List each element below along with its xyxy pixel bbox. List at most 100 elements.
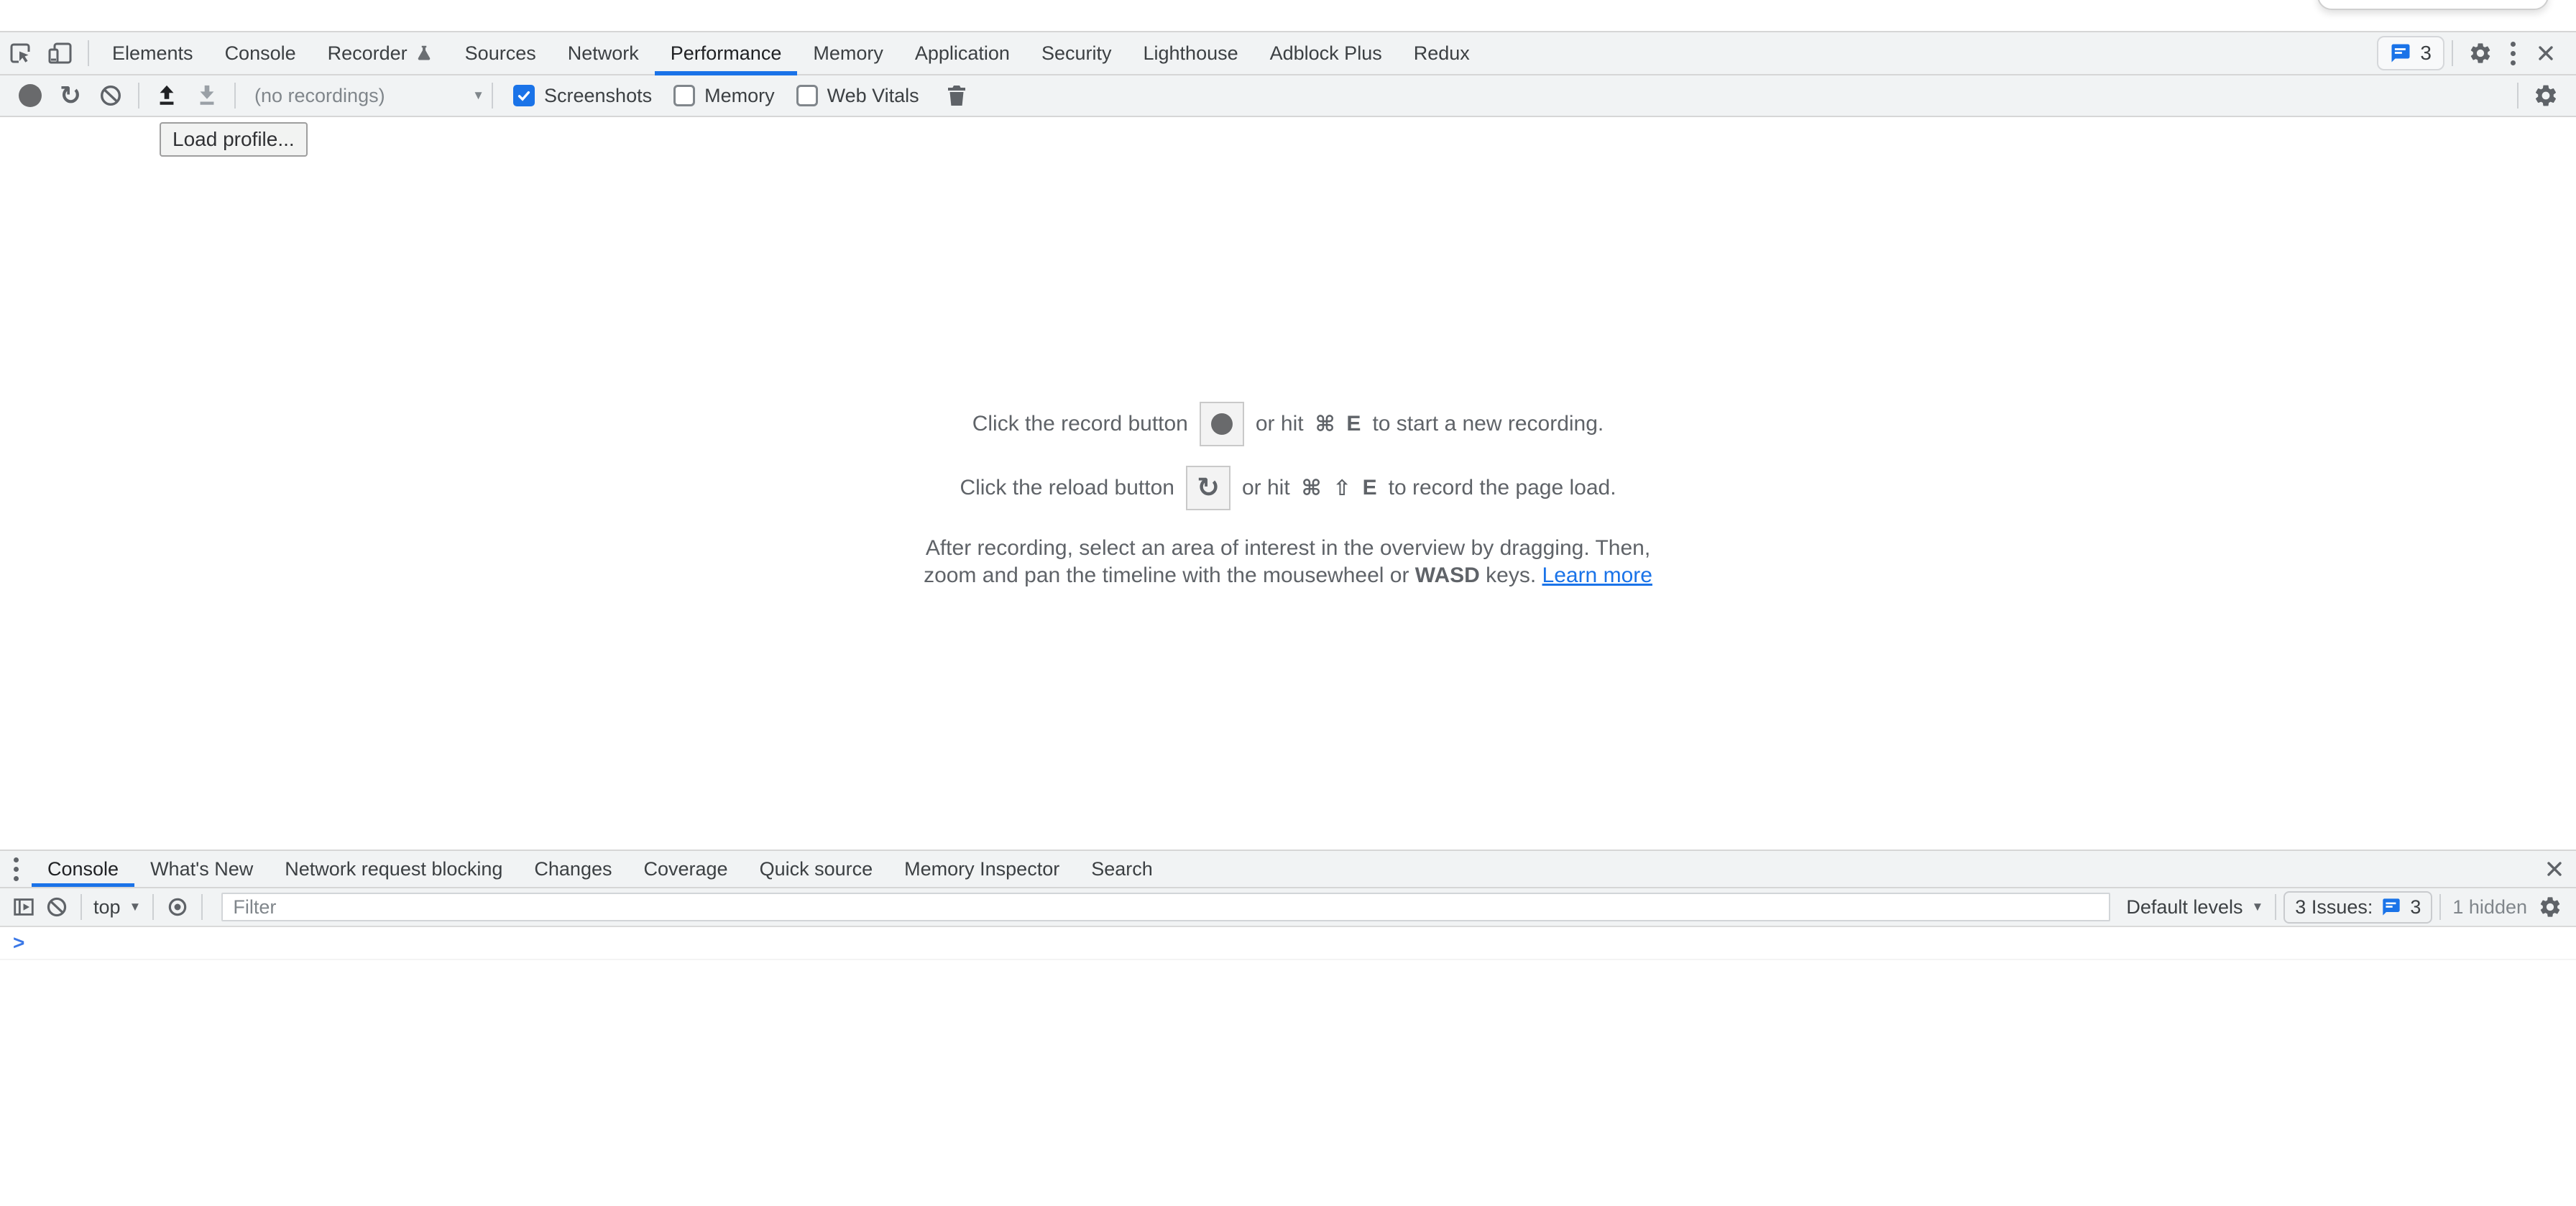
save-profile-button[interactable]: [187, 83, 227, 108]
tab-memory[interactable]: Memory: [797, 32, 899, 74]
learn-more-link[interactable]: Learn more: [1542, 563, 1652, 587]
divider: [88, 40, 89, 66]
reload-and-record-button[interactable]: ↻: [50, 83, 91, 109]
close-devtools-button[interactable]: [2526, 42, 2566, 64]
tab-label: Console: [225, 42, 296, 65]
tab-network[interactable]: Network: [552, 32, 655, 74]
log-levels-select[interactable]: Default levels ▼: [2126, 896, 2263, 919]
tab-label: Performance: [671, 42, 782, 65]
hint-text: Click the reload button: [960, 476, 1174, 500]
checkbox-label: Memory: [704, 85, 775, 107]
performance-toolbar: ↻ (no recordings) ▼: [0, 75, 2576, 117]
chevron-down-icon: ▼: [472, 88, 484, 103]
drawer-tab-label: Network request blocking: [285, 858, 502, 880]
hint-text: or hit: [1242, 476, 1290, 500]
tab-security[interactable]: Security: [1026, 32, 1128, 74]
gear-icon: [2533, 83, 2559, 109]
console-prompt-row[interactable]: >: [0, 927, 2576, 960]
performance-panel-content: Load profile... Click the record button …: [0, 117, 2576, 850]
screenshots-checkbox[interactable]: Screenshots: [513, 85, 652, 107]
hidden-messages-label: 1 hidden: [2452, 896, 2527, 919]
console-filter-input[interactable]: [221, 893, 2110, 921]
trash-icon: [945, 83, 968, 108]
console-messages-area[interactable]: >: [0, 927, 2576, 1206]
tab-performance[interactable]: Performance: [655, 32, 798, 74]
inspect-element-button[interactable]: [0, 32, 40, 74]
live-expression-button[interactable]: [161, 896, 194, 919]
tab-label: Security: [1041, 42, 1112, 65]
drawer-tab-memory-inspector[interactable]: Memory Inspector: [888, 851, 1075, 887]
tab-application[interactable]: Application: [899, 32, 1026, 74]
download-icon: [195, 83, 219, 108]
issues-count: 3: [2420, 42, 2432, 65]
device-toolbar-button[interactable]: [40, 32, 80, 74]
load-profile-button[interactable]: [147, 83, 187, 108]
browser-popup-fragment: [2317, 0, 2549, 10]
drawer: Console What's New Network request block…: [0, 850, 2576, 1206]
drawer-tab-label: Search: [1091, 858, 1153, 880]
close-icon: [2544, 858, 2565, 880]
drawer-tab-whats-new[interactable]: What's New: [134, 851, 269, 887]
e-key: E: [1346, 412, 1361, 436]
recordings-select[interactable]: (no recordings) ▼: [254, 85, 484, 107]
record-button[interactable]: [10, 84, 50, 107]
tab-label: Memory: [813, 42, 883, 65]
console-settings-button[interactable]: [2531, 895, 2569, 919]
drawer-tab-search[interactable]: Search: [1075, 851, 1169, 887]
hint-text: to start a new recording.: [1372, 412, 1604, 436]
tab-elements[interactable]: Elements: [96, 32, 209, 74]
console-sidebar-button[interactable]: [7, 895, 40, 919]
issues-bubble-icon: [2390, 42, 2411, 64]
tab-console[interactable]: Console: [209, 32, 312, 74]
web-vitals-checkbox[interactable]: Web Vitals: [796, 85, 919, 107]
hint-line-2: zoom and pan the timeline with the mouse…: [924, 562, 1652, 589]
tab-sources[interactable]: Sources: [449, 32, 552, 74]
tab-lighthouse[interactable]: Lighthouse: [1128, 32, 1254, 74]
memory-checkbox[interactable]: Memory: [673, 85, 775, 107]
tab-label: Lighthouse: [1144, 42, 1238, 65]
clear-console-button[interactable]: [40, 896, 73, 919]
wasd-keys: WASD: [1415, 563, 1480, 587]
e-key: E: [1363, 476, 1377, 500]
context-value: top: [93, 896, 121, 919]
javascript-context-select[interactable]: top ▼: [93, 896, 141, 919]
tab-recorder[interactable]: Recorder: [312, 32, 449, 74]
close-drawer-button[interactable]: [2539, 851, 2570, 887]
more-options-button[interactable]: [2501, 42, 2526, 65]
tab-label: Application: [915, 42, 1010, 65]
drawer-tab-changes[interactable]: Changes: [518, 851, 627, 887]
issues-count: 3: [2410, 896, 2421, 919]
capture-settings-button[interactable]: [2526, 83, 2566, 109]
tab-adblock-plus[interactable]: Adblock Plus: [1254, 32, 1398, 74]
drawer-tab-console[interactable]: Console: [32, 851, 134, 887]
hint-line-1: After recording, select an area of inter…: [924, 535, 1652, 562]
usage-hint-paragraph: After recording, select an area of inter…: [924, 535, 1652, 589]
tab-label: Elements: [112, 42, 193, 65]
divider: [138, 83, 139, 109]
tab-label: Sources: [465, 42, 536, 65]
drawer-tab-label: Memory Inspector: [904, 858, 1059, 880]
top-strip: [0, 0, 2576, 31]
drawer-tab-coverage[interactable]: Coverage: [628, 851, 744, 887]
tab-redux[interactable]: Redux: [1398, 32, 1486, 74]
device-toolbar-icon: [47, 40, 74, 66]
issues-button[interactable]: 3 Issues: 3: [2283, 891, 2432, 924]
drawer-tab-network-request-blocking[interactable]: Network request blocking: [269, 851, 518, 887]
divider: [2517, 83, 2518, 109]
record-button-inline[interactable]: [1200, 402, 1244, 446]
tab-label: Adblock Plus: [1270, 42, 1382, 65]
console-sidebar-icon: [12, 895, 36, 919]
drawer-tab-label: Coverage: [644, 858, 728, 880]
drawer-more-tools-button[interactable]: [0, 851, 32, 887]
settings-button[interactable]: [2460, 41, 2501, 65]
checkbox-label: Web Vitals: [827, 85, 919, 107]
clear-button[interactable]: [91, 83, 131, 108]
record-hint-row: Click the record button or hit ⌘ E to st…: [972, 401, 1604, 447]
reload-button-inline[interactable]: ↻: [1186, 466, 1230, 510]
gear-icon: [2468, 41, 2493, 65]
drawer-tab-quick-source[interactable]: Quick source: [744, 851, 889, 887]
issues-counter-button[interactable]: 3: [2377, 36, 2444, 70]
garbage-collect-button[interactable]: [937, 83, 977, 108]
levels-value: Default levels: [2126, 896, 2242, 919]
console-prompt-chevron: >: [13, 931, 24, 954]
